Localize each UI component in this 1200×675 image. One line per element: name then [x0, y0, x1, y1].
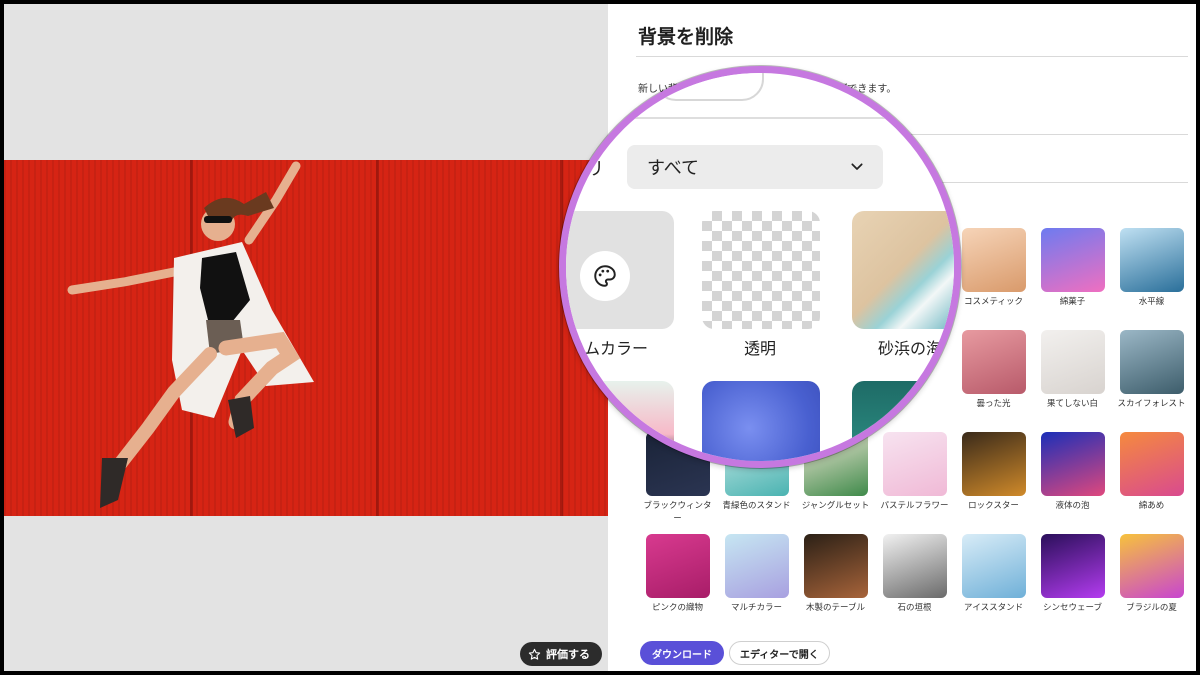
- background-label: スカイフォレスト: [1117, 399, 1186, 409]
- chevron-down-icon: [851, 163, 863, 170]
- background-thumbnail: [724, 534, 789, 598]
- background-label: ブラジルの夏: [1126, 603, 1177, 613]
- background-thumbnail: [961, 330, 1026, 394]
- background-option[interactable]: 果てしない白: [1033, 330, 1112, 432]
- divider: [566, 117, 954, 119]
- background-thumbnail: [1040, 228, 1105, 292]
- transparent-label: 透明: [744, 339, 777, 358]
- background-label: 綿あめ: [1138, 501, 1165, 511]
- custom-color-option[interactable]: [566, 211, 674, 329]
- transparent-option[interactable]: [702, 211, 820, 329]
- background-option[interactable]: 木製のテーブル: [796, 534, 875, 636]
- image-preview-area: 評価する: [4, 4, 608, 671]
- black-winter-option[interactable]: [566, 381, 674, 461]
- background-thumbnail: [1119, 432, 1184, 496]
- background-thumbnail: [1119, 534, 1184, 598]
- background-label: 果てしない白: [1046, 399, 1098, 409]
- background-thumbnail: [1119, 228, 1184, 292]
- background-option[interactable]: ブラジルの夏: [1112, 534, 1191, 636]
- background-option[interactable]: コスメティック: [954, 228, 1033, 330]
- background-option[interactable]: 綿あめ: [1112, 432, 1191, 534]
- background-option[interactable]: マルチカラー: [717, 534, 796, 636]
- beach-sea-label: 砂浜の海: [878, 339, 943, 358]
- background-option[interactable]: シンセウェーブ: [1033, 534, 1112, 636]
- background-thumbnail: [1119, 330, 1184, 394]
- jumping-woman-figure: [67, 161, 314, 508]
- zoom-magnifier: リ すべて タムカラー 透明 砂浜の海: [559, 66, 961, 468]
- rate-button-label: 評価する: [546, 648, 590, 661]
- background-thumbnail: [645, 534, 710, 598]
- background-option[interactable]: 水平線: [1112, 228, 1191, 330]
- teal-stand-option[interactable]: [852, 381, 954, 461]
- star-icon: [528, 648, 541, 660]
- background-label: マルチカラー: [730, 603, 782, 613]
- background-option[interactable]: 曇った光: [954, 330, 1033, 432]
- background-label: 綿菓子: [1059, 297, 1086, 307]
- background-label: パステルフラワー: [880, 501, 949, 511]
- background-label: ピンクの織物: [651, 603, 703, 613]
- background-option[interactable]: スカイフォレスト: [1112, 330, 1191, 432]
- background-option[interactable]: ピンクの織物: [638, 534, 717, 636]
- background-label: 青緑色のスタンド: [722, 501, 791, 511]
- background-option[interactable]: アイススタンド: [954, 534, 1033, 636]
- background-option[interactable]: 液体の泡: [1033, 432, 1112, 534]
- background-thumbnail: [961, 432, 1026, 496]
- preview-photo: [4, 160, 608, 516]
- category-label: リ: [586, 159, 604, 180]
- panel-title: 背景を削除: [638, 26, 734, 48]
- divider: [636, 56, 1188, 57]
- category-select[interactable]: すべて: [627, 145, 883, 189]
- background-label: 液体の泡: [1055, 501, 1090, 511]
- background-label: 石の垣根: [897, 603, 932, 613]
- category-select-value: すべて: [647, 158, 700, 179]
- background-label: ロックスター: [968, 501, 1019, 511]
- background-option[interactable]: ロックスター: [954, 432, 1033, 534]
- palette-icon: [580, 251, 630, 301]
- blue-fabric-option[interactable]: [702, 381, 820, 461]
- background-thumbnail: [882, 534, 947, 598]
- background-label: コスメティック: [964, 297, 1023, 307]
- open-in-editor-button[interactable]: エディターで開く: [729, 641, 830, 665]
- background-label: シンセウェーブ: [1043, 603, 1102, 613]
- background-thumbnail: [1040, 534, 1105, 598]
- background-option[interactable]: 綿菓子: [1033, 228, 1112, 330]
- background-label: ジャングルセット: [801, 501, 870, 511]
- background-label: 曇った光: [976, 399, 1011, 409]
- download-button[interactable]: ダウンロード: [640, 641, 724, 665]
- background-thumbnail: [961, 228, 1026, 292]
- background-thumbnail: [1040, 330, 1105, 394]
- app-frame: 評価する 背景を削除 新しい背景を追加してカスタマイズすることができます。 コス…: [4, 4, 1196, 671]
- background-option[interactable]: 石の垣根: [875, 534, 954, 636]
- beach-sea-option[interactable]: [852, 211, 954, 329]
- background-label: ブラックウィンター: [643, 501, 712, 524]
- background-label: 水平線: [1138, 297, 1165, 307]
- background-thumbnail: [803, 534, 868, 598]
- background-label: 木製のテーブル: [806, 603, 865, 613]
- background-thumbnail: [1040, 432, 1105, 496]
- background-thumbnail: [961, 534, 1026, 598]
- background-label: アイススタンド: [963, 603, 1024, 613]
- rate-button[interactable]: 評価する: [520, 642, 602, 666]
- custom-color-label: タムカラー: [568, 339, 649, 358]
